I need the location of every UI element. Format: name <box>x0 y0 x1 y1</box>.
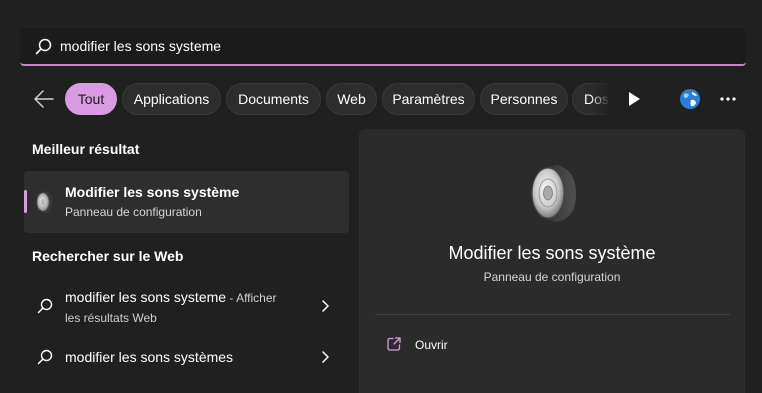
arrow-left-icon[interactable] <box>32 88 56 110</box>
filter-chip-all[interactable]: Tout <box>65 83 117 115</box>
web-suggestion-line2: les résultats Web <box>65 311 157 325</box>
best-match-heading: Meilleur résultat <box>32 141 140 157</box>
search-icon <box>35 38 52 55</box>
web-suggestion-query: modifier les sons systèmes <box>65 349 234 365</box>
more-icon[interactable] <box>718 90 738 108</box>
speaker-icon <box>531 165 576 222</box>
chevron-right-icon <box>322 351 329 363</box>
web-suggestion-suffix: - Afficher <box>226 291 277 305</box>
search-box[interactable] <box>20 28 746 66</box>
search-input[interactable] <box>60 28 660 64</box>
play-icon[interactable] <box>628 92 641 106</box>
preview-title: Modifier les sons système <box>448 243 656 263</box>
web-suggestion-1[interactable]: modifier les sons systeme - Afficher les… <box>24 284 349 328</box>
filter-chip-applications[interactable]: Applications <box>122 83 221 115</box>
open-external-icon <box>387 337 401 351</box>
filter-chip-people[interactable]: Personnes <box>480 83 568 115</box>
chevron-right-icon <box>322 300 329 312</box>
web-suggestion-query: modifier les sons systeme <box>65 289 227 305</box>
best-match-item[interactable]: Modifier les sons système Panneau de con… <box>24 171 349 233</box>
web-suggestion-2[interactable]: modifier les sons systèmes <box>24 343 349 373</box>
search-icon <box>37 349 53 365</box>
divider <box>375 314 730 315</box>
filter-chip-web[interactable]: Web <box>326 83 377 115</box>
best-match-title: Modifier les sons système <box>65 184 240 200</box>
open-action-button[interactable]: Ouvrir <box>378 328 538 360</box>
best-match-subtitle: Panneau de configuration <box>65 205 202 219</box>
open-action-label: Ouvrir <box>415 338 448 352</box>
filter-chip-settings[interactable]: Paramètres <box>382 83 475 115</box>
speaker-icon <box>36 191 52 213</box>
selection-indicator <box>24 190 27 213</box>
search-window: Tout Applications Documents Web Paramètr… <box>0 0 762 393</box>
search-icon <box>37 298 53 314</box>
chip-overflow-fade <box>590 83 610 115</box>
preview-subtitle: Panneau de configuration <box>483 270 621 284</box>
globe-icon[interactable] <box>679 88 701 110</box>
filter-chip-documents[interactable]: Documents <box>226 83 321 115</box>
web-search-heading: Rechercher sur le Web <box>32 248 184 264</box>
